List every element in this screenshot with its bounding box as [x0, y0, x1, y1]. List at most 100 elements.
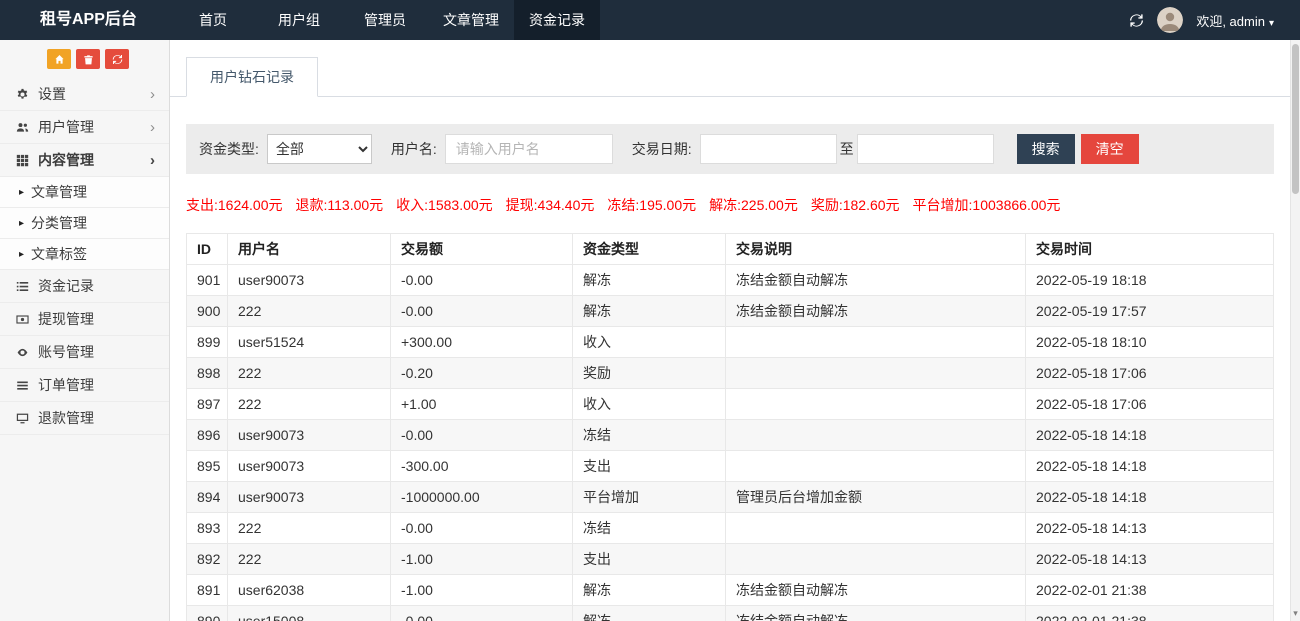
nav-item-home[interactable]: 首页: [170, 0, 256, 40]
sidebar-item-withdraw-management[interactable]: 提现管理: [0, 303, 169, 336]
trash-button[interactable]: [76, 49, 100, 69]
date-start-input[interactable]: [700, 134, 837, 164]
table-cell: user90073: [228, 451, 391, 482]
table-cell: 222: [228, 513, 391, 544]
sidebar-item-label: 内容管理: [38, 150, 94, 170]
users-icon: [16, 121, 38, 134]
table-cell: 890: [187, 606, 228, 621]
table-cell: [726, 389, 1026, 420]
sidebar-menu: 设置›用户管理› 内容管理 › ▸文章管理▸分类管理 ▸ 文章标签资金记录提现管理账号管理…: [0, 78, 169, 435]
fund-type-label: 资金类型:: [199, 139, 259, 159]
sidebar-item-refund-management[interactable]: 退款管理: [0, 402, 169, 435]
sidebar-item-account-management[interactable]: 账号管理: [0, 336, 169, 369]
clear-button[interactable]: 清空: [1081, 134, 1139, 164]
refresh-button[interactable]: [105, 49, 129, 69]
table-cell: 2022-02-01 21:38: [1026, 575, 1274, 606]
table-cell: 899: [187, 327, 228, 358]
table-cell: 893: [187, 513, 228, 544]
main-nav: 首页用户组管理员文章管理资金记录: [170, 0, 600, 40]
column-header: 交易额: [391, 234, 573, 265]
date-end-input[interactable]: [857, 134, 994, 164]
table-cell: +300.00: [391, 327, 573, 358]
table-row: 898222-0.20奖励2022-05-18 17:06: [187, 358, 1274, 389]
stat-item: 退款:113.00元: [296, 197, 384, 213]
sidebar-subitem-category-management[interactable]: ▸分类管理: [0, 208, 169, 239]
triangle-right-icon: ▸: [19, 249, 24, 260]
table-cell: 222: [228, 389, 391, 420]
nav-item-article-management[interactable]: 文章管理: [428, 0, 514, 40]
table-row: 892222-1.00支出2022-05-18 14:13: [187, 544, 1274, 575]
scrollbar-thumb[interactable]: [1292, 44, 1299, 194]
table-header-row: ID用户名交易额资金类型交易说明交易时间: [187, 234, 1274, 265]
avatar[interactable]: [1157, 7, 1183, 33]
grid-icon: [16, 154, 38, 167]
sidebar-item-content-management[interactable]: 内容管理 ›: [0, 144, 169, 177]
nav-item-fund-records[interactable]: 资金记录: [514, 0, 600, 40]
tab-user-diamond-records[interactable]: 用户钻石记录: [186, 57, 318, 97]
sidebar-subitem-article-management[interactable]: ▸文章管理: [0, 177, 169, 208]
scrollbar-down-arrow[interactable]: ▾: [1291, 608, 1300, 619]
user-menu[interactable]: 欢迎, admin ▾: [1196, 11, 1274, 30]
table-cell: 2022-02-01 21:38: [1026, 606, 1274, 621]
table-cell: -0.00: [391, 606, 573, 621]
sidebar-subitem-label: 文章标签: [31, 244, 87, 264]
table-cell: 解冻: [573, 575, 726, 606]
lines-icon: [16, 379, 38, 392]
sidebar-item-label: 资金记录: [38, 276, 94, 296]
table-cell: 901: [187, 265, 228, 296]
tab-bar: 用户钻石记录: [170, 40, 1300, 97]
sidebar-item-order-management[interactable]: 订单管理: [0, 369, 169, 402]
table-cell: user90073: [228, 482, 391, 513]
sidebar-item-user-management[interactable]: 用户管理›: [0, 111, 169, 144]
username-input[interactable]: [445, 134, 613, 164]
table-cell: 收入: [573, 327, 726, 358]
table-cell: [726, 544, 1026, 575]
table-cell: user90073: [228, 265, 391, 296]
table-cell: 892: [187, 544, 228, 575]
sidebar-item-fund-records[interactable]: 资金记录: [0, 270, 169, 303]
search-button[interactable]: 搜索: [1017, 134, 1075, 164]
table-cell: 2022-05-18 14:13: [1026, 513, 1274, 544]
stat-item: 解冻:225.00元: [709, 197, 798, 213]
column-header: 用户名: [228, 234, 391, 265]
records-table: ID用户名交易额资金类型交易说明交易时间 901user90073-0.00解冻…: [186, 233, 1274, 621]
table-cell: -0.00: [391, 296, 573, 327]
vertical-scrollbar[interactable]: ▾: [1290, 40, 1300, 621]
table-cell: 冻结: [573, 420, 726, 451]
chevron-right-icon: ›: [150, 152, 155, 169]
home-button[interactable]: [47, 49, 71, 69]
username-label: 用户名:: [391, 139, 437, 159]
stat-item: 冻结:195.00元: [607, 197, 696, 213]
table-cell: 898: [187, 358, 228, 389]
table-cell: 解冻: [573, 265, 726, 296]
nav-item-admin[interactable]: 管理员: [342, 0, 428, 40]
quick-buttons: [0, 40, 169, 78]
table-cell: +1.00: [391, 389, 573, 420]
table-cell: 冻结金额自动解冻: [726, 606, 1026, 621]
sidebar-item-settings[interactable]: 设置›: [0, 78, 169, 111]
column-header: 资金类型: [573, 234, 726, 265]
refresh-icon[interactable]: [1129, 13, 1144, 28]
fund-type-select[interactable]: 全部: [267, 134, 372, 164]
main-content: 用户钻石记录 资金类型: 全部 用户名: 交易日期: 至 搜索 清空 支出:16…: [170, 40, 1300, 621]
table-cell: 管理员后台增加金额: [726, 482, 1026, 513]
table-row: 899user51524+300.00收入2022-05-18 18:10: [187, 327, 1274, 358]
table-cell: 894: [187, 482, 228, 513]
date-to-label: 至: [840, 139, 854, 159]
records-table-wrap: ID用户名交易额资金类型交易说明交易时间 901user90073-0.00解冻…: [186, 233, 1274, 621]
table-cell: 2022-05-18 14:18: [1026, 420, 1274, 451]
table-row: 897222+1.00收入2022-05-18 17:06: [187, 389, 1274, 420]
table-cell: user15008: [228, 606, 391, 621]
table-cell: -0.20: [391, 358, 573, 389]
table-cell: 896: [187, 420, 228, 451]
sidebar-subitem-article-tags[interactable]: ▸ 文章标签: [0, 239, 169, 270]
welcome-text: 欢迎, admin: [1196, 14, 1265, 29]
table-cell: 冻结: [573, 513, 726, 544]
table-row: 893222-0.00冻结2022-05-18 14:13: [187, 513, 1274, 544]
nav-item-user-group[interactable]: 用户组: [256, 0, 342, 40]
table-cell: user51524: [228, 327, 391, 358]
table-cell: 2022-05-18 14:18: [1026, 451, 1274, 482]
caret-down-icon: ▾: [1269, 18, 1274, 29]
sidebar: 设置›用户管理› 内容管理 › ▸文章管理▸分类管理 ▸ 文章标签资金记录提现管理账号管理…: [0, 40, 170, 621]
navbar-right: 欢迎, admin ▾: [1129, 0, 1300, 40]
